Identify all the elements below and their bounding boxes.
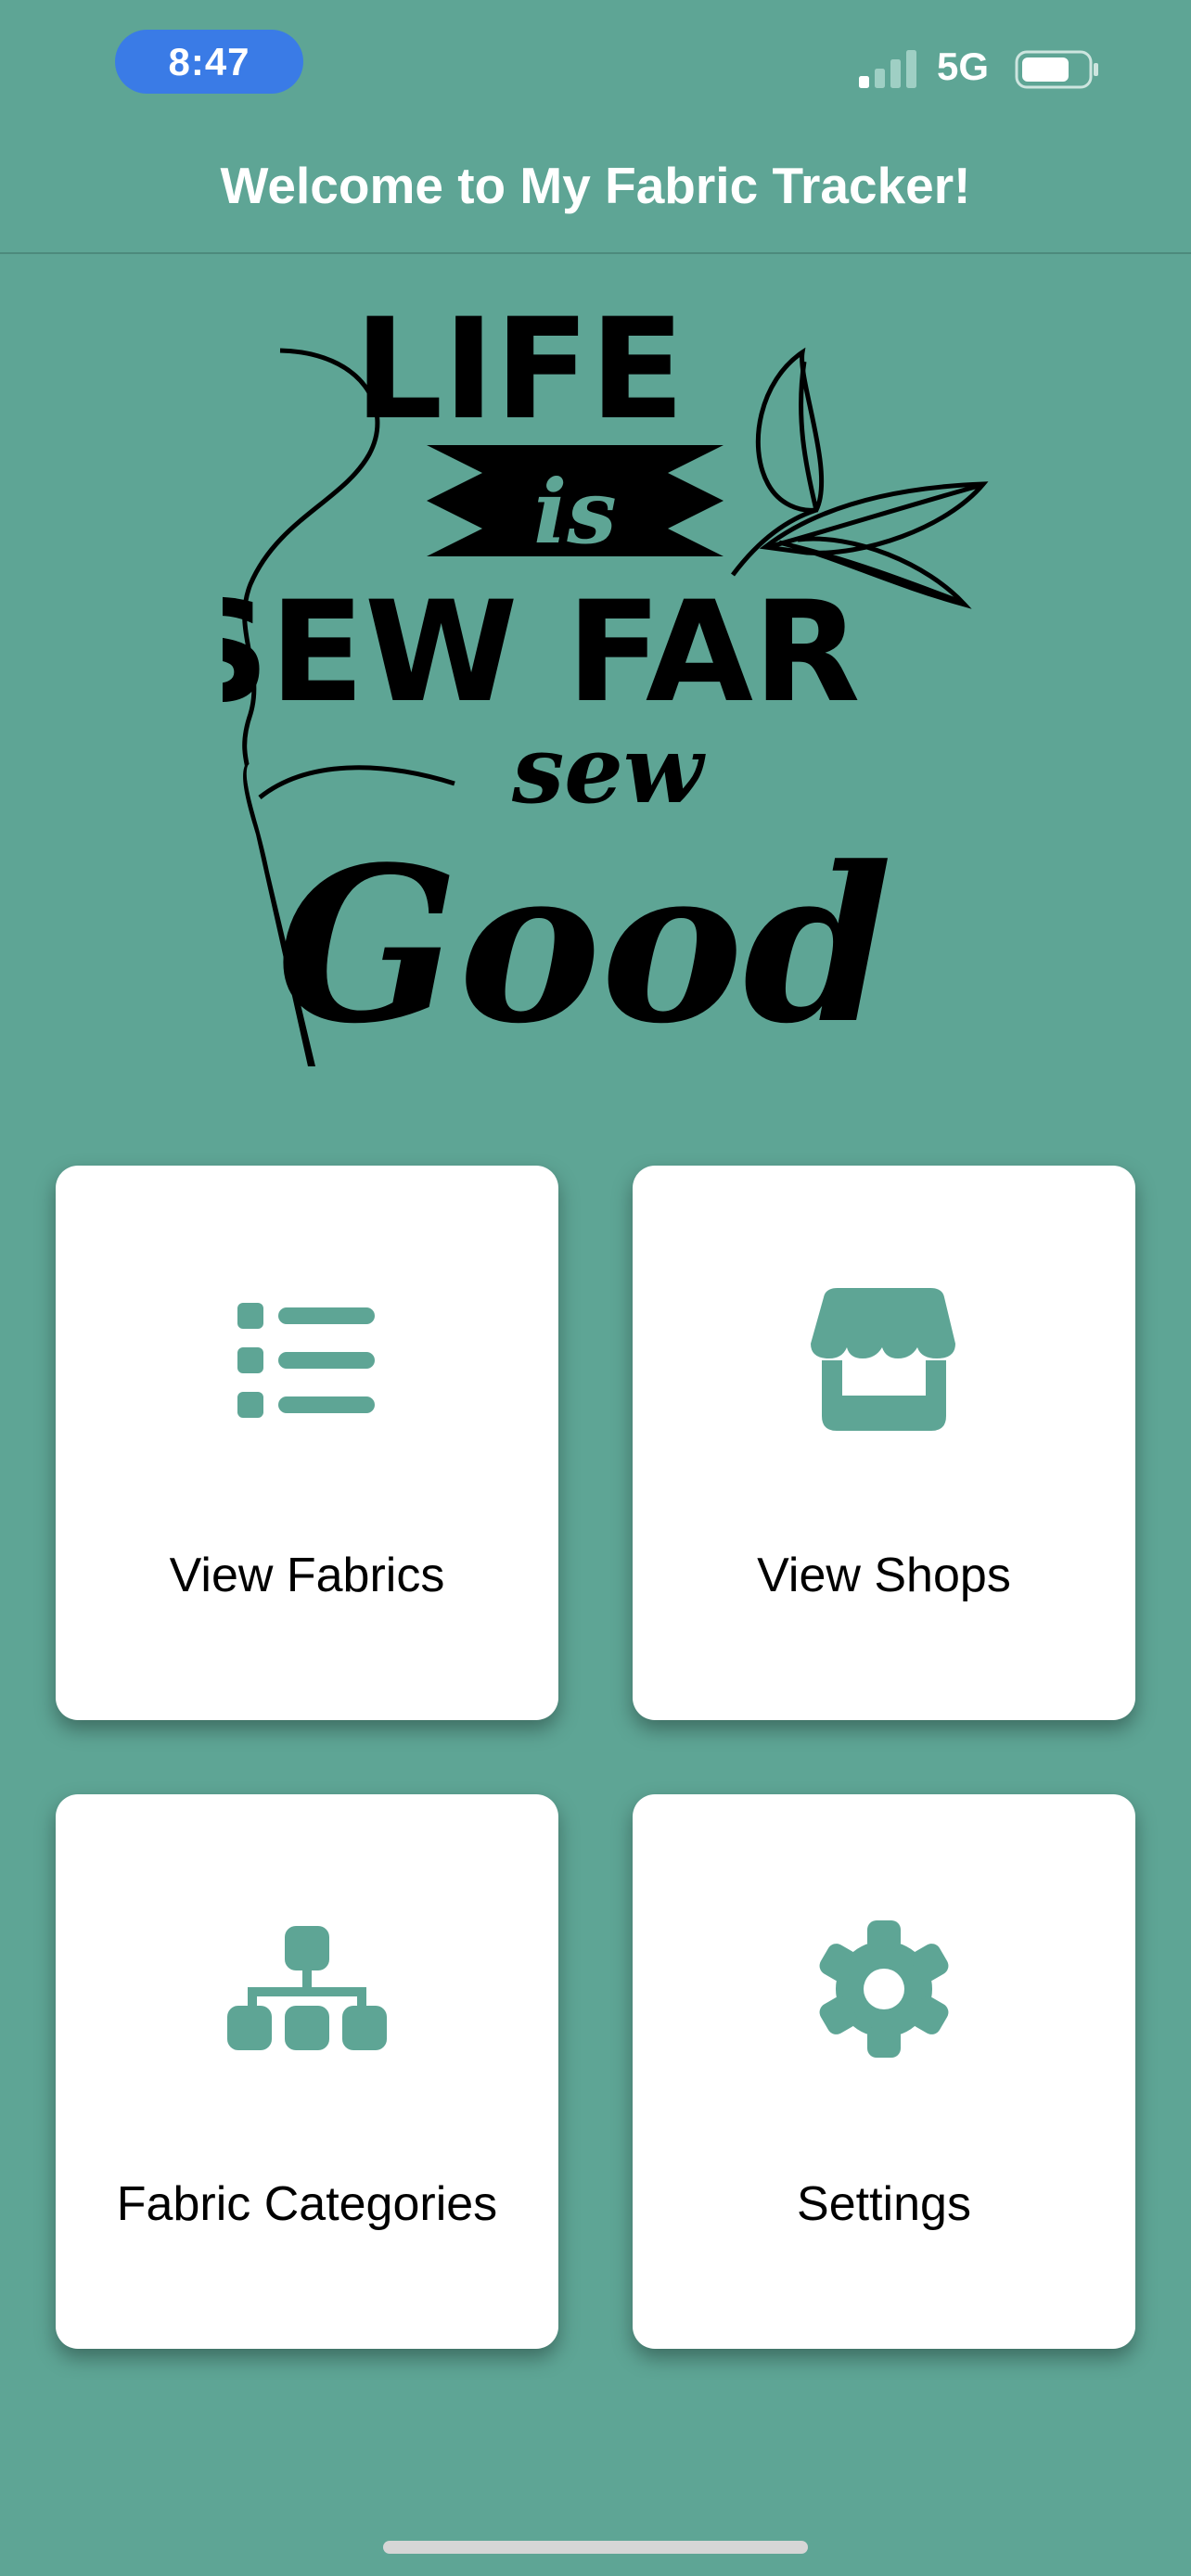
gear-icon — [633, 1915, 1135, 2063]
hierarchy-icon — [56, 1915, 558, 2063]
view-fabrics-label: View Fabrics — [169, 1549, 445, 1602]
svg-text:SEW FAR: SEW FAR — [223, 572, 861, 733]
fabric-categories-card[interactable]: Fabric Categories — [56, 1794, 558, 2349]
leaves-icon — [731, 347, 989, 609]
fabric-categories-label: Fabric Categories — [116, 2177, 498, 2231]
home-indicator[interactable] — [383, 2541, 808, 2554]
list-icon — [56, 1286, 558, 1435]
svg-text:Good: Good — [276, 821, 892, 1071]
time-pill[interactable]: 8:47 — [115, 30, 303, 94]
network-type: 5G — [937, 45, 990, 88]
settings-label: Settings — [797, 2177, 971, 2231]
status-bar: 8:47 5G — [0, 0, 1191, 139]
svg-text:LIFE: LIFE — [354, 289, 685, 451]
battery-icon — [1015, 50, 1098, 89]
view-shops-label: View Shops — [757, 1549, 1011, 1602]
svg-text:is: is — [533, 461, 617, 564]
logo-image: LIFE is SEW FAR sew Good — [223, 289, 989, 1071]
header-divider — [0, 252, 1191, 254]
svg-text:sew: sew — [511, 715, 706, 824]
storefront-icon — [633, 1286, 1135, 1435]
view-fabrics-card[interactable]: View Fabrics — [56, 1166, 558, 1720]
settings-card[interactable]: Settings — [633, 1794, 1135, 2349]
page-title: Welcome to My Fabric Tracker! — [220, 157, 971, 214]
signal-icon — [859, 50, 916, 88]
view-shops-card[interactable]: View Shops — [633, 1166, 1135, 1720]
